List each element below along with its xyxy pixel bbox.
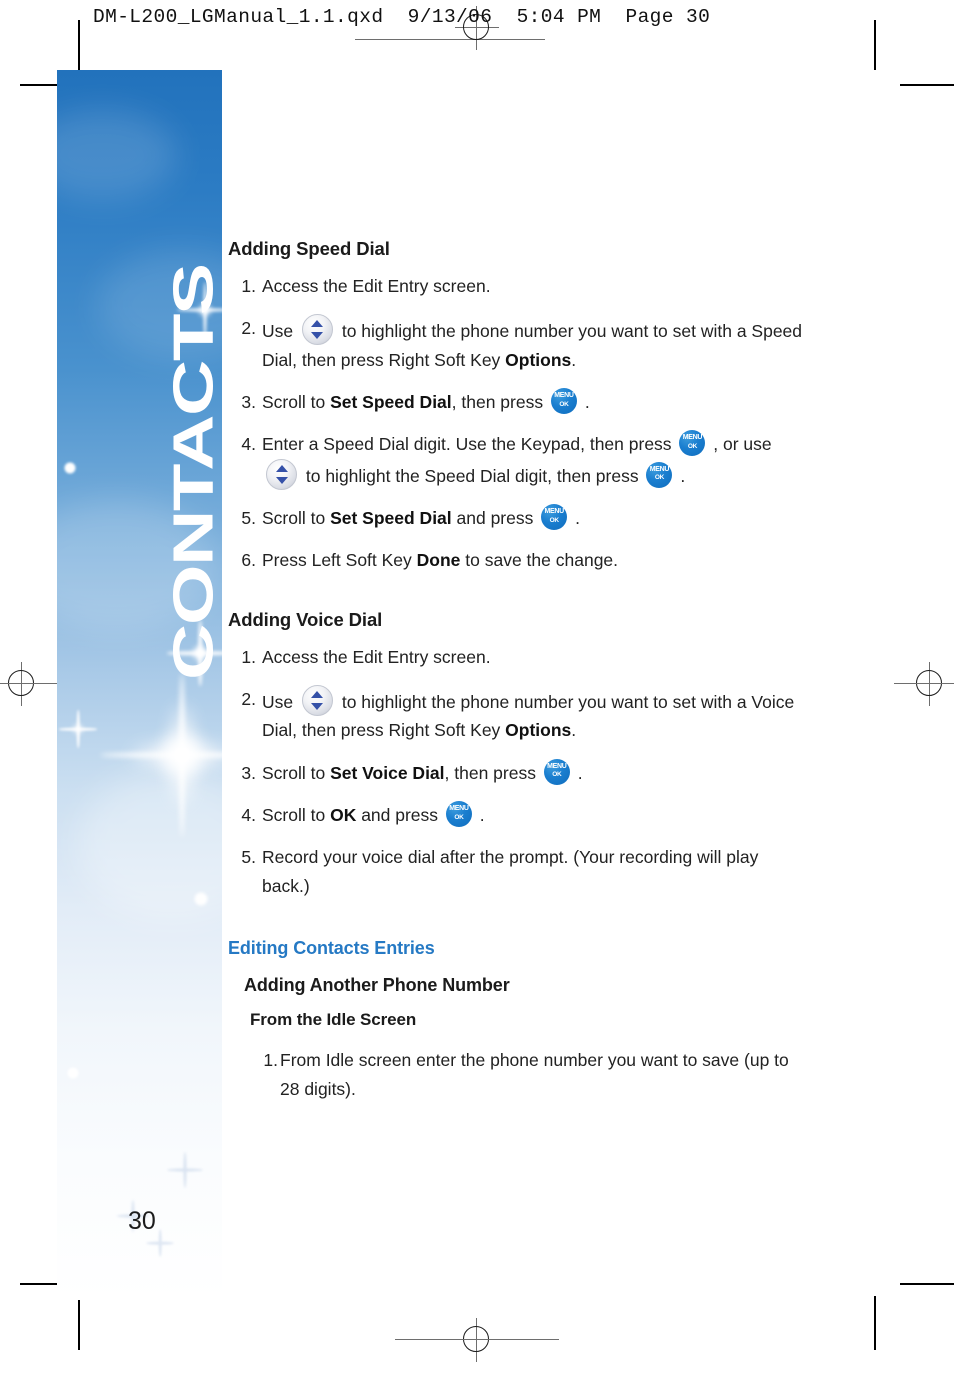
step-number: 5. (241, 847, 256, 868)
menu-ok-key-label-top: MENU (544, 508, 565, 516)
step-number: 5. (241, 508, 256, 529)
menu-ok-key-label-top: MENU (682, 434, 703, 442)
page-number: 30 (128, 1207, 156, 1235)
menu-ok-key-icon: MENU OK (445, 801, 472, 828)
emphasized-term: Set Speed Dial (330, 392, 452, 413)
steps-from-the-idle-screen: 1. From Idle screen enter the phone numbe… (250, 1046, 808, 1103)
crop-mark-top-right-vertical (874, 20, 876, 70)
file-slug-line: DM-L200_LGManual_1.1.qxd 9/13/06 5:04 PM… (93, 6, 711, 28)
menu-ok-key-icon: MENU OK (543, 758, 570, 785)
heading-from-the-idle-screen: From the Idle Screen (250, 1010, 417, 1030)
triangle-up-icon (275, 464, 288, 472)
chapter-title-group: CONTACTS IN YOUR PHONE'S MEMORY (57, 70, 222, 1300)
crop-mark-top-right-horizontal (900, 84, 954, 86)
triangle-up-icon (311, 320, 324, 328)
menu-ok-key-label-bottom: OK (549, 516, 559, 524)
step-number: 6. (241, 550, 256, 571)
menu-ok-key-icon: MENU OK (550, 388, 577, 415)
step-number: 4. (241, 805, 256, 826)
registration-guide-left (0, 683, 60, 685)
crop-mark-bottom-left-vertical (78, 1296, 80, 1350)
crop-mark-bottom-right-vertical (874, 1296, 876, 1350)
step-item: 5. Scroll to Set Speed Dial and press MEN… (228, 504, 808, 532)
step-number: 1. (263, 1050, 278, 1071)
up-down-navigation-key-icon (301, 314, 333, 346)
registration-guide-right (894, 683, 954, 685)
step-item: 4. Scroll to OK and press MENU OK . (228, 801, 808, 829)
chapter-title: CONTACTS (161, 264, 222, 680)
menu-ok-key-label-top: MENU (449, 805, 469, 813)
heading-adding-voice-dial: Adding Voice Dial (228, 608, 383, 630)
manual-page: DM-L200_LGManual_1.1.qxd 9/13/06 5:04 PM… (0, 0, 954, 1380)
emphasized-term: Options (505, 720, 572, 741)
triangle-down-icon (311, 703, 324, 711)
triangle-up-icon (311, 691, 324, 699)
step-item: 2. Use to highlight the phone number you … (228, 685, 808, 745)
emphasized-term: Set Speed Dial (330, 508, 452, 529)
menu-ok-key-label-top: MENU (554, 392, 574, 400)
crop-mark-bottom-right-horizontal (900, 1283, 954, 1285)
main-content: Adding Speed Dial 1. Access the Edit Entr… (228, 238, 808, 1117)
step-item: 1. From Idle screen enter the phone numbe… (250, 1046, 808, 1103)
emphasized-term: Set Voice Dial (330, 762, 445, 783)
step-item: 1. Access the Edit Entry screen. (228, 272, 808, 300)
menu-ok-key-label-bottom: OK (552, 771, 562, 779)
step-number: 3. (241, 392, 256, 413)
emphasized-term: OK (330, 805, 357, 826)
crop-mark-top-left-vertical (78, 20, 80, 70)
menu-ok-key-label-top: MENU (649, 465, 670, 473)
step-item: 2. Use to highlight the phone number you … (228, 314, 808, 374)
menu-ok-key-label-bottom: OK (559, 400, 569, 408)
steps-adding-voice-dial: 1. Access the Edit Entry screen. 2. Use to … (228, 643, 808, 900)
menu-ok-key-icon: MENU OK (541, 504, 568, 531)
heading-adding-another-phone-number: Adding Another Phone Number (244, 975, 510, 996)
step-item: 3. Scroll to Set Speed Dial, then press M… (228, 388, 808, 416)
menu-ok-key-label-top: MENU (547, 762, 567, 770)
step-item: 1. Access the Edit Entry screen. (228, 643, 808, 671)
step-item: 4. Enter a Speed Dial digit. Use the Keyp… (228, 430, 808, 490)
slug-rule (355, 39, 545, 41)
emphasized-term: Done (416, 550, 461, 571)
menu-ok-key-label-bottom: OK (654, 474, 665, 482)
menu-ok-key-icon: MENU OK (646, 461, 673, 488)
step-number: 1. (241, 276, 256, 296)
heading-adding-speed-dial: Adding Speed Dial (228, 238, 390, 259)
step-number: 1. (241, 646, 256, 667)
steps-adding-speed-dial: 1. Access the Edit Entry screen. 2. Use to … (228, 272, 808, 575)
chapter-side-tab: CONTACTS IN YOUR PHONE'S MEMORY (57, 70, 222, 1300)
step-number: 4. (241, 434, 256, 455)
menu-ok-key-label-bottom: OK (454, 813, 464, 821)
triangle-down-icon (311, 332, 324, 340)
step-item: 3. Scroll to Set Voice Dial, then press M… (228, 758, 808, 787)
crop-mark-bottom-left-horizontal (20, 1283, 62, 1285)
crop-mark-top-left-horizontal (20, 84, 62, 86)
step-item: 6. Press Left Soft Key Done to save the c… (228, 546, 808, 574)
up-down-navigation-key-icon (301, 685, 333, 717)
triangle-down-icon (275, 476, 288, 484)
heading-editing-contacts-entries: Editing Contacts Entries (228, 938, 435, 959)
menu-ok-key-label-bottom: OK (687, 442, 697, 450)
up-down-navigation-key-icon (266, 458, 297, 490)
emphasized-term: Options (505, 349, 572, 370)
step-item: 5. Record your voice dial after the promp… (228, 843, 808, 900)
step-number: 3. (241, 762, 256, 783)
registration-guide-bottom (395, 1339, 559, 1341)
step-number: 2. (241, 318, 256, 339)
menu-ok-key-icon: MENU OK (679, 430, 706, 457)
step-number: 2. (241, 689, 256, 710)
